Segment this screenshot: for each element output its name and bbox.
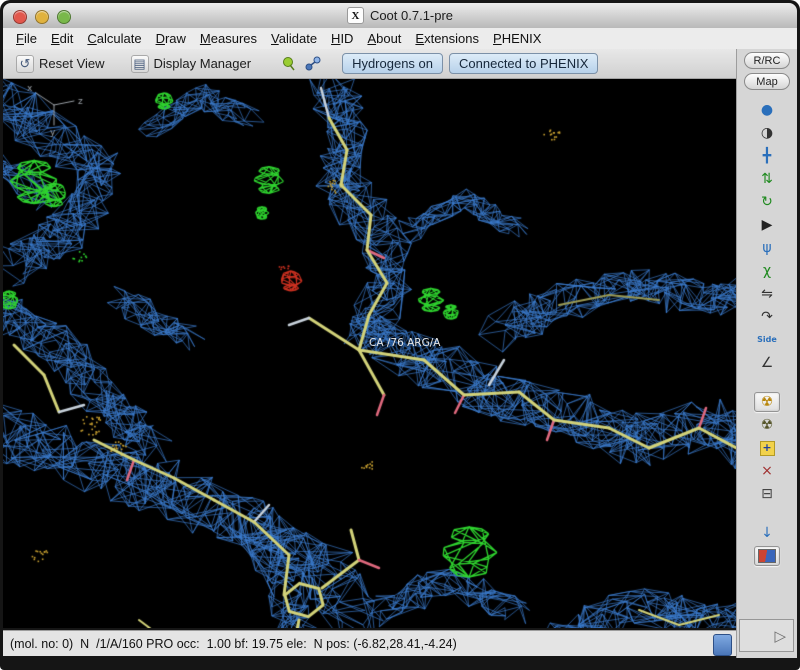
display-sphere-icon[interactable]: ● <box>754 100 780 120</box>
reset-view-icon: ↺ <box>16 54 34 73</box>
add-terminal-icon[interactable]: + <box>754 438 780 458</box>
reset-view-button[interactable]: ↺ Reset View <box>13 53 108 75</box>
menu-extensions[interactable]: Extensions <box>408 30 486 47</box>
goto-atom-icon <box>283 56 295 70</box>
real-space-refine-icon[interactable]: ⇅ <box>754 169 780 189</box>
measures-button[interactable] <box>304 55 322 73</box>
expand-triangle-icon: ▷ <box>774 626 786 645</box>
menu-measures[interactable]: Measures <box>193 30 264 47</box>
menu-edit[interactable]: Edit <box>44 30 80 47</box>
menu-draw[interactable]: Draw <box>149 30 193 47</box>
window-title: Coot 0.7.1-pre <box>369 8 454 23</box>
zoom-button[interactable] <box>57 10 71 24</box>
toolbar-toggles: Hydrogens on Connected to PHENIX <box>342 53 599 74</box>
rotate-translate-icon[interactable]: ↻ <box>754 192 780 212</box>
recentre-icon[interactable]: ◑ <box>754 123 780 143</box>
molecule-viewport[interactable] <box>3 79 736 628</box>
panel-expander-button[interactable]: ▷ <box>739 619 794 652</box>
menu-hid[interactable]: HID <box>324 30 360 47</box>
status-bar: (mol. no: 0) N /1/A/160 PRO occ: 1.00 bf… <box>3 630 736 656</box>
viewport-frame: CA /76 ARG/A <box>3 79 736 628</box>
chi-angles-icon[interactable]: χ <box>754 261 780 281</box>
image-icon[interactable] <box>754 546 780 566</box>
rrc-button[interactable]: R/RC <box>744 52 790 69</box>
flip-peptide-icon[interactable]: ⇋ <box>754 284 780 304</box>
status-scrollbar-thumb[interactable] <box>713 634 732 656</box>
title-bar: X Coot 0.7.1-pre <box>3 3 797 29</box>
close-button[interactable] <box>13 10 27 24</box>
cut-icon[interactable]: × <box>754 461 780 481</box>
minimize-button[interactable] <box>35 10 49 24</box>
reset-view-label: Reset View <box>39 56 105 71</box>
undo-icon[interactable]: ↓ <box>754 523 780 543</box>
hydrogens-toggle[interactable]: Hydrogens on <box>342 53 444 74</box>
phenix-toggle[interactable]: Connected to PHENIX <box>449 53 599 74</box>
side-chain-icon[interactable]: Side <box>754 330 780 350</box>
map-button[interactable]: Map <box>744 73 790 90</box>
x11-icon: X <box>346 7 364 24</box>
torsion-icon[interactable]: ∠ <box>754 353 780 373</box>
status-text: (mol. no: 0) N /1/A/160 PRO occ: 1.00 bf… <box>10 636 457 651</box>
right-toolbar: R/RC Map ● ◑ ╋ ⇅ ↻ ▶ ψ χ ⇋ ↷ Side ∠ ☢ ☢ … <box>736 49 797 658</box>
menu-about[interactable]: About <box>360 30 408 47</box>
radiation-alt-icon[interactable]: ☢ <box>754 415 780 435</box>
rotamer-icon[interactable]: ψ <box>754 238 780 258</box>
goto-atom-button[interactable] <box>280 55 298 73</box>
display-manager-button[interactable]: ▤ Display Manager <box>128 53 255 75</box>
menu-bar: File Edit Calculate Draw Measures Validate HID… <box>3 28 797 49</box>
trash-icon[interactable]: ⊟ <box>754 484 780 504</box>
display-manager-label: Display Manager <box>153 56 252 71</box>
menu-validate[interactable]: Validate <box>264 30 324 47</box>
measures-icon <box>305 56 321 70</box>
run-icon[interactable]: ▶ <box>754 215 780 235</box>
window-controls <box>13 10 71 24</box>
display-manager-icon: ▤ <box>130 54 149 73</box>
tool-bar: ↺ Reset View ▤ Display Manager Hydrogens… <box>3 49 736 79</box>
move-molecule-icon[interactable]: ╋ <box>754 146 780 166</box>
menu-phenix[interactable]: PHENIX <box>486 30 548 47</box>
coot-window: X Coot 0.7.1-pre File Edit Calculate Draw Me… <box>0 0 800 670</box>
menu-calculate[interactable]: Calculate <box>80 30 148 47</box>
menu-file[interactable]: File <box>9 30 44 47</box>
modelling-icons: ● ◑ ╋ ⇅ ↻ ▶ ψ χ ⇋ ↷ Side ∠ ☢ ☢ + × ⊟ ↓ <box>754 100 780 566</box>
radiation-refine-icon[interactable]: ☢ <box>754 392 780 412</box>
backrub-icon[interactable]: ↷ <box>754 307 780 327</box>
atom-label: CA /76 ARG/A <box>369 337 441 349</box>
